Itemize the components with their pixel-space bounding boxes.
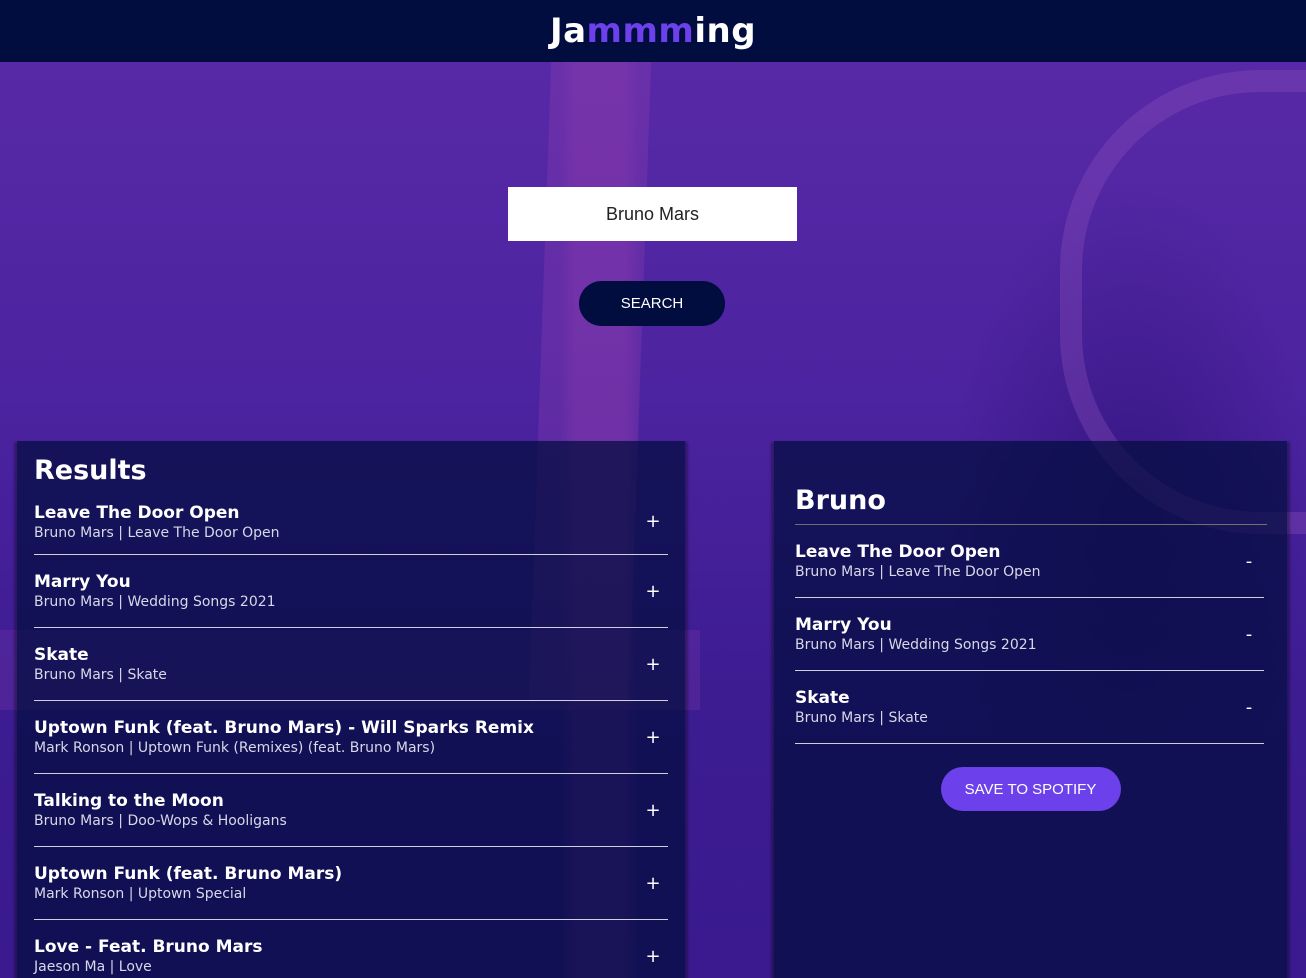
track-meta: Bruno Mars | Leave The Door Open <box>795 564 1041 580</box>
track-meta: Bruno Mars | Skate <box>34 667 167 683</box>
track-name: Leave The Door Open <box>795 542 1001 562</box>
track-info: Love - Feat. Bruno Mars Jaeson Ma | Love <box>34 936 638 976</box>
track-info: Marry You Bruno Mars | Wedding Songs 202… <box>795 614 1234 654</box>
result-track: Skate Bruno Mars | Skate + <box>34 628 668 701</box>
track-meta: Bruno Mars | Wedding Songs 2021 <box>34 594 276 610</box>
result-track: Love - Feat. Bruno Mars Jaeson Ma | Love… <box>34 920 668 978</box>
results-title: Results <box>34 455 147 486</box>
track-name: Talking to the Moon <box>34 791 224 811</box>
playlist-track: Marry You Bruno Mars | Wedding Songs 202… <box>795 598 1264 671</box>
add-track-button[interactable]: + <box>638 727 668 748</box>
app-logo: Jammming <box>550 11 756 51</box>
track-meta: Jaeson Ma | Love <box>34 959 152 975</box>
track-meta: Bruno Mars | Leave The Door Open <box>34 524 280 541</box>
track-info: Uptown Funk (feat. Bruno Mars) - Will Sp… <box>34 717 638 757</box>
track-info: Leave The Door Open Bruno Mars | Leave T… <box>795 541 1234 581</box>
track-name: Skate <box>795 688 850 708</box>
save-to-spotify-button[interactable]: SAVE TO SPOTIFY <box>940 767 1121 811</box>
track-info: Uptown Funk (feat. Bruno Mars) Mark Rons… <box>34 863 638 903</box>
track-info: Leave The Door Open Bruno Mars | Leave T… <box>34 502 638 542</box>
logo-prefix: Ja <box>549 11 587 51</box>
logo-suffix: ing <box>694 11 757 51</box>
track-meta: Bruno Mars | Skate <box>795 710 928 726</box>
result-track: Uptown Funk (feat. Bruno Mars) Mark Rons… <box>34 847 668 920</box>
playlist-track: Leave The Door Open Bruno Mars | Leave T… <box>795 525 1264 598</box>
track-name: Skate <box>34 645 89 665</box>
track-name: Marry You <box>34 572 131 592</box>
add-track-button[interactable]: + <box>638 873 668 894</box>
add-track-button[interactable]: + <box>638 800 668 821</box>
search-input[interactable] <box>508 187 797 241</box>
playlist-panel: Bruno Leave The Door Open Bruno Mars | L… <box>774 441 1287 978</box>
track-info: Marry You Bruno Mars | Wedding Songs 202… <box>34 571 638 611</box>
app-header: Jammming <box>0 0 1306 62</box>
result-track: Leave The Door Open Bruno Mars | Leave T… <box>34 489 668 555</box>
remove-track-button[interactable]: - <box>1234 624 1264 645</box>
remove-track-button[interactable]: - <box>1234 697 1264 718</box>
track-name: Uptown Funk (feat. Bruno Mars) <box>34 864 343 884</box>
result-track: Talking to the Moon Bruno Mars | Doo-Wop… <box>34 774 668 847</box>
track-meta: Mark Ronson | Uptown Special <box>34 886 247 902</box>
result-track: Marry You Bruno Mars | Wedding Songs 202… <box>34 555 668 628</box>
search-results-panel: Results Leave The Door Open Bruno Mars |… <box>17 441 685 978</box>
track-name: Leave The Door Open <box>34 502 240 523</box>
track-info: Skate Bruno Mars | Skate <box>795 687 1234 727</box>
track-name: Love - Feat. Bruno Mars <box>34 937 263 957</box>
track-meta: Bruno Mars | Doo-Wops & Hooligans <box>34 813 287 829</box>
add-track-button[interactable]: + <box>638 581 668 602</box>
remove-track-button[interactable]: - <box>1234 551 1264 572</box>
result-track: Uptown Funk (feat. Bruno Mars) - Will Sp… <box>34 701 668 774</box>
track-meta: Bruno Mars | Wedding Songs 2021 <box>795 637 1037 653</box>
logo-highlight: mmm <box>586 11 695 51</box>
track-name: Marry You <box>795 615 892 635</box>
add-track-button[interactable]: + <box>638 654 668 675</box>
add-track-button[interactable]: + <box>638 511 668 532</box>
add-track-button[interactable]: + <box>638 946 668 967</box>
playlist-track: Skate Bruno Mars | Skate - <box>795 671 1264 744</box>
track-info: Skate Bruno Mars | Skate <box>34 644 638 684</box>
track-info: Talking to the Moon Bruno Mars | Doo-Wop… <box>34 790 638 830</box>
track-name: Uptown Funk (feat. Bruno Mars) - Will Sp… <box>34 718 534 738</box>
track-meta: Mark Ronson | Uptown Funk (Remixes) (fea… <box>34 740 436 756</box>
search-button[interactable]: SEARCH <box>579 281 725 326</box>
playlist-name-input[interactable]: Bruno <box>795 481 1267 525</box>
